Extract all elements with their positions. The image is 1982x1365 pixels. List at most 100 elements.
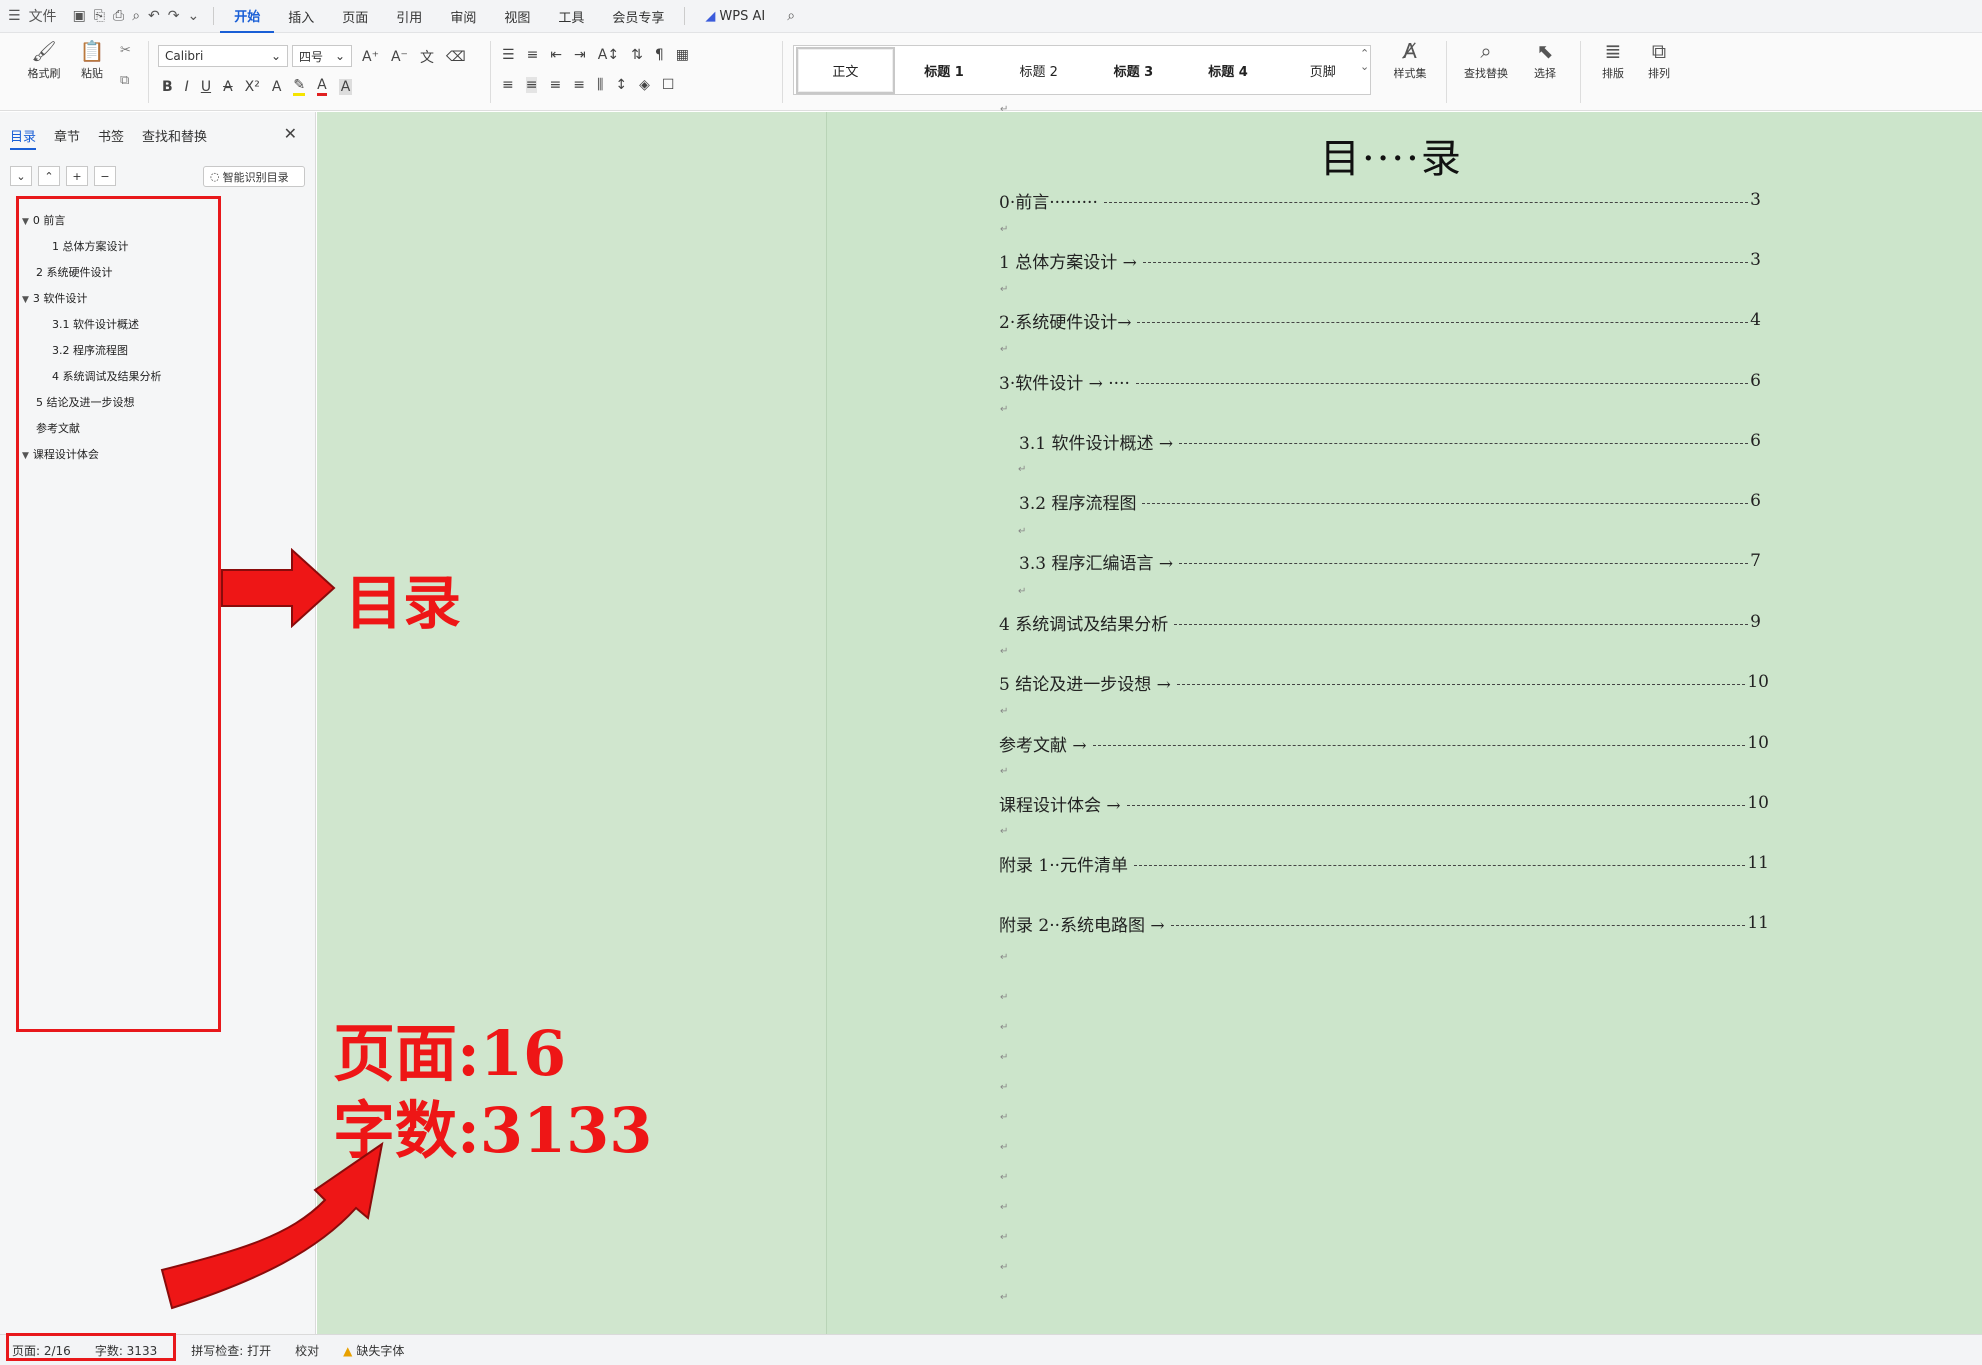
sort-icon[interactable]: ⇅ — [631, 47, 643, 63]
arrange-button[interactable]: ⧉ 排列 — [1634, 39, 1684, 81]
toc-entry[interactable]: 附录 2··系统电路图 → 11 — [999, 911, 1769, 936]
increase-indent-icon[interactable]: ⇥ — [574, 47, 586, 63]
toc-entry[interactable]: 3.3 程序汇编语言 → 7 — [1019, 549, 1761, 574]
paste-button[interactable]: 📋 粘贴 — [70, 39, 114, 81]
font-color-icon[interactable]: A — [317, 77, 327, 96]
close-icon[interactable]: ✕ — [284, 124, 297, 143]
toc-entry[interactable]: 3·软件设计 → ···· 6 — [999, 369, 1761, 394]
collapse-icon[interactable]: ⌄ — [10, 166, 32, 186]
tab-tools[interactable]: 工具 — [544, 0, 598, 33]
status-missing-font[interactable]: ▲ 缺失字体 — [331, 1342, 416, 1359]
char-shading-icon[interactable]: A — [338, 78, 353, 95]
find-replace-button[interactable]: ⌕ 查找替换 — [1456, 39, 1516, 81]
align-right-icon[interactable]: ≡ — [549, 77, 561, 93]
toc-entry[interactable]: 2·系统硬件设计→ 4 — [999, 308, 1761, 333]
toc-node[interactable]: ▼ 3 软件设计 — [22, 290, 87, 306]
tab-review[interactable]: 审阅 — [436, 0, 490, 33]
align-left-icon[interactable]: ≡ — [502, 77, 514, 93]
style-heading-1[interactable]: 标题 1 — [897, 61, 992, 80]
tab-view[interactable]: 视图 — [490, 0, 544, 33]
numbered-list-icon[interactable]: ≡ — [527, 47, 539, 63]
bold-icon[interactable]: B — [162, 79, 173, 95]
nav-tab-bookmarks[interactable]: 书签 — [98, 126, 124, 150]
font-size-select[interactable]: 四号 ⌄ — [292, 45, 352, 67]
toc-entry[interactable]: 参考文献 → 10 — [999, 731, 1769, 756]
copy-icon[interactable]: ⧉ — [120, 73, 129, 88]
toc-entry[interactable]: 3.1 软件设计概述 → 6 — [1019, 429, 1761, 454]
status-spellcheck[interactable]: 拼写检查: 打开 — [179, 1342, 283, 1359]
line-spacing-icon[interactable]: ↕ — [615, 77, 627, 93]
toc-node[interactable]: 4 系统调试及结果分析 — [52, 368, 162, 384]
shading-icon[interactable]: ◈ — [639, 77, 650, 93]
toc-entry[interactable]: 1 总体方案设计 → 3 — [999, 248, 1761, 273]
toc-node[interactable]: 3.2 程序流程图 — [52, 342, 128, 358]
phonetic-icon[interactable]: 文 — [420, 47, 434, 67]
highlight-icon[interactable]: ✎ — [293, 77, 306, 96]
undo-icon[interactable]: ↶ — [148, 8, 160, 24]
toc-entry[interactable]: 0·前言········· 3 — [999, 188, 1761, 213]
style-set-button[interactable]: A̸ 样式集 — [1380, 39, 1440, 81]
toc-node[interactable]: 参考文献 — [36, 420, 80, 436]
style-heading-3[interactable]: 标题 3 — [1086, 61, 1181, 80]
italic-icon[interactable]: I — [185, 79, 189, 95]
wps-ai-button[interactable]: ◢ WPS AI — [691, 0, 779, 33]
underline-icon[interactable]: U — [201, 79, 211, 95]
chevron-down-icon[interactable]: ⌄ — [188, 8, 200, 24]
file-menu[interactable]: ☰ 文件 — [0, 6, 65, 26]
export-pdf-icon[interactable]: ⎘ — [94, 8, 105, 24]
text-direction-icon[interactable]: A↕ — [598, 47, 619, 63]
table-icon[interactable]: ▦ — [676, 47, 689, 63]
superscript-icon[interactable]: X² — [245, 79, 260, 95]
expand-icon[interactable]: ⌃ — [38, 166, 60, 186]
toc-node[interactable]: 5 结论及进一步设想 — [36, 394, 135, 410]
clear-format-icon[interactable]: ⌫ — [446, 49, 466, 65]
print-preview-icon[interactable]: ⌕ — [132, 8, 140, 24]
format-painter-button[interactable]: 🖌 格式刷 — [22, 39, 66, 81]
strikethrough-icon[interactable]: A — [223, 79, 233, 95]
toc-node[interactable]: 1 总体方案设计 — [52, 238, 129, 254]
decrease-indent-icon[interactable]: ⇤ — [550, 47, 562, 63]
smart-toc-button[interactable]: ◌ 智能识别目录 — [203, 166, 305, 187]
toc-node[interactable]: 2 系统硬件设计 — [36, 264, 113, 280]
show-marks-icon[interactable]: ¶ — [655, 47, 664, 63]
border-icon[interactable]: ☐ — [662, 77, 675, 93]
nav-tab-find-replace[interactable]: 查找和替换 — [142, 126, 207, 150]
style-heading-4[interactable]: 标题 4 — [1181, 61, 1276, 80]
remove-heading-icon[interactable]: − — [94, 166, 116, 186]
save-icon[interactable]: ▣ — [73, 8, 86, 24]
select-button[interactable]: ⬉ 选择 — [1520, 39, 1570, 81]
style-normal[interactable]: 正文 — [796, 46, 895, 94]
redo-icon[interactable]: ↷ — [168, 8, 180, 24]
search-icon[interactable]: ⌕ — [779, 8, 803, 24]
tab-member[interactable]: 会员专享 — [598, 0, 678, 33]
nav-tab-sections[interactable]: 章节 — [54, 126, 80, 150]
toc-entry[interactable]: 3.2 程序流程图 6 — [1019, 489, 1761, 514]
cut-icon[interactable]: ✂ — [120, 43, 131, 58]
toc-node[interactable]: ▼ 0 前言 — [22, 212, 65, 228]
justify-icon[interactable]: ≡ — [573, 77, 585, 93]
layout-button[interactable]: ≣ 排版 — [1588, 39, 1638, 81]
bullet-list-icon[interactable]: ☰ — [502, 47, 515, 63]
tab-insert[interactable]: 插入 — [274, 0, 328, 33]
add-heading-icon[interactable]: + — [66, 166, 88, 186]
grow-font-icon[interactable]: A⁺ — [362, 49, 379, 65]
toc-node[interactable]: 3.1 软件设计概述 — [52, 316, 139, 332]
tab-page[interactable]: 页面 — [328, 0, 382, 33]
toc-entry[interactable]: 课程设计体会 → 10 — [999, 791, 1769, 816]
status-proofread[interactable]: 校对 — [283, 1342, 331, 1359]
toc-entry[interactable]: 4 系统调试及结果分析 9 — [999, 610, 1761, 635]
gallery-scroll-icon[interactable]: ⌃ ⌄ — [1360, 47, 1369, 73]
nav-tab-toc[interactable]: 目录 — [10, 126, 37, 150]
toc-node[interactable]: ▼ 课程设计体会 — [22, 446, 99, 462]
tab-start[interactable]: 开始 — [220, 0, 275, 33]
print-icon[interactable]: ⎙ — [113, 8, 124, 24]
tab-references[interactable]: 引用 — [382, 0, 436, 33]
font-name-select[interactable]: Calibri ⌄ — [158, 45, 288, 67]
style-heading-2[interactable]: 标题 2 — [991, 61, 1086, 80]
align-center-icon[interactable]: ≡ — [525, 77, 538, 93]
text-effect-icon[interactable]: A — [272, 79, 282, 95]
toc-entry[interactable]: 附录 1··元件清单 11 — [999, 851, 1769, 876]
toc-entry[interactable]: 5 结论及进一步设想 → 10 — [999, 670, 1769, 695]
style-footer[interactable]: 页脚 — [1275, 61, 1370, 80]
distribute-icon[interactable]: ⫼ — [597, 77, 603, 93]
